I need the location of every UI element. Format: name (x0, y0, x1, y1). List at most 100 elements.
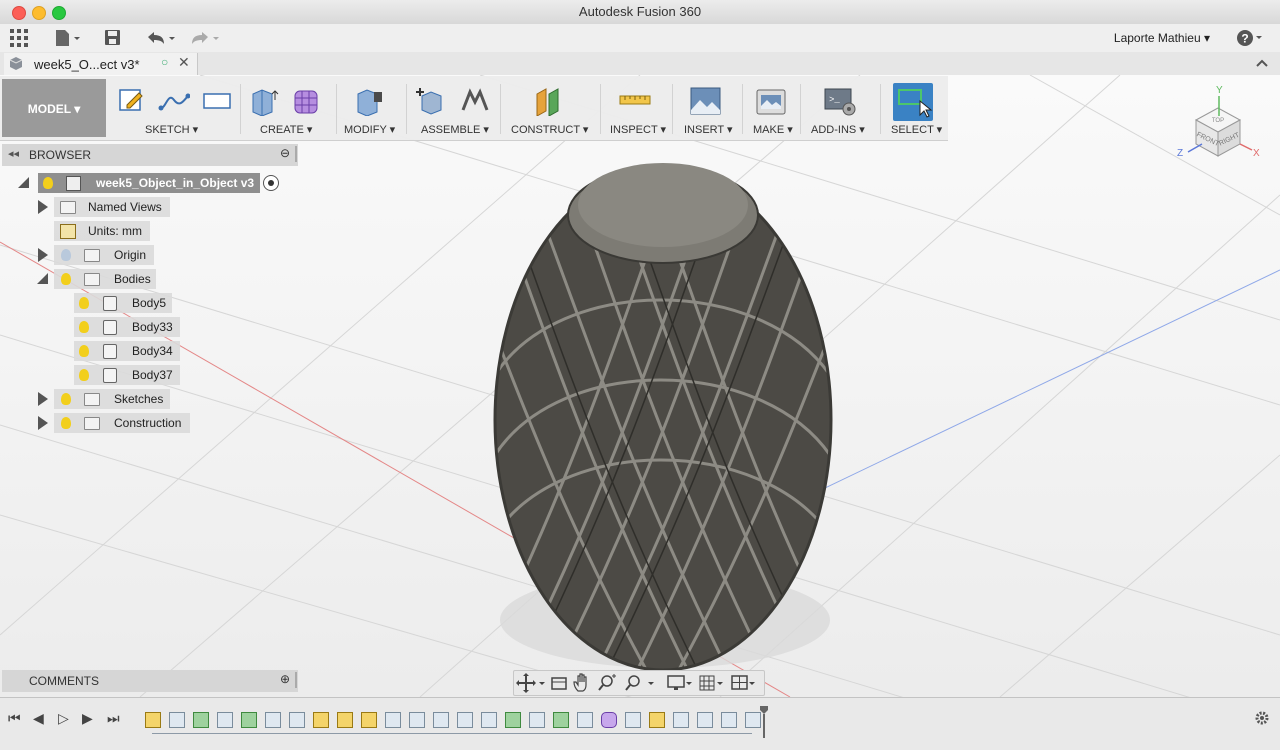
3d-print-icon[interactable] (756, 86, 786, 115)
workspace-switcher[interactable]: MODEL ▾ (2, 79, 106, 137)
collapse-toolbar-icon[interactable] (1254, 55, 1270, 71)
timeline-feature[interactable] (601, 712, 617, 728)
visibility-bulb-icon[interactable] (61, 249, 71, 261)
expanded-triangle-icon[interactable] (18, 177, 29, 188)
timeline-feature[interactable] (697, 712, 713, 728)
browser-header[interactable]: ◂◂ BROWSER ⊖ (2, 144, 298, 166)
panel-grip[interactable] (295, 146, 297, 162)
timeline-feature[interactable] (193, 712, 209, 728)
timeline-feature[interactable] (313, 712, 329, 728)
document-tab[interactable]: week5_O...ect v3* ○ ✕ (4, 53, 198, 75)
visibility-bulb-icon[interactable] (61, 393, 71, 405)
offset-plane-icon[interactable] (534, 86, 562, 117)
inspect-menu[interactable]: INSPECT ▾ (610, 123, 666, 136)
undo-icon[interactable] (144, 28, 178, 48)
timeline-feature[interactable] (625, 712, 641, 728)
play-icon[interactable]: ▷ (58, 710, 69, 727)
viewports-icon[interactable] (731, 675, 755, 690)
timeline-feature[interactable] (169, 712, 185, 728)
last-step-icon[interactable]: ⏭ (107, 710, 120, 727)
timeline-feature[interactable] (145, 712, 161, 728)
expanded-triangle-icon[interactable] (37, 273, 48, 284)
insert-image-icon[interactable] (690, 86, 722, 115)
timeline-feature[interactable] (217, 712, 233, 728)
visibility-bulb-icon[interactable] (79, 321, 89, 333)
minimize-panel-icon[interactable]: ⊖ (280, 146, 290, 160)
timeline-feature[interactable] (721, 712, 737, 728)
first-step-icon[interactable]: ⏮ (8, 710, 21, 727)
collapsed-triangle-icon[interactable] (38, 200, 48, 214)
spline-icon[interactable] (158, 86, 191, 114)
new-component-icon[interactable] (416, 86, 444, 115)
timeline-feature[interactable] (505, 712, 521, 728)
collapse-browser-icon[interactable]: ◂◂ (8, 147, 19, 160)
save-icon[interactable] (104, 28, 122, 48)
visibility-bulb-icon[interactable] (79, 369, 89, 381)
timeline-feature[interactable] (553, 712, 569, 728)
previous-step-icon[interactable]: ◀ (33, 710, 44, 727)
visibility-bulb-icon[interactable] (79, 297, 89, 309)
help-menu[interactable]: ? (1236, 28, 1262, 48)
timeline-feature[interactable] (649, 712, 665, 728)
app-grid-icon[interactable] (9, 28, 29, 48)
create-sketch-icon[interactable] (118, 86, 146, 114)
grid-settings-icon[interactable] (699, 675, 723, 691)
sketch-menu[interactable]: SKETCH ▾ (145, 123, 198, 136)
close-tab-icon[interactable]: ✕ (178, 54, 190, 71)
make-menu[interactable]: MAKE ▾ (753, 123, 793, 136)
next-step-icon[interactable]: ▶ (82, 710, 93, 727)
construct-menu[interactable]: CONSTRUCT ▾ (511, 123, 588, 136)
fit-icon[interactable] (625, 675, 654, 691)
select-menu[interactable]: SELECT ▾ (891, 123, 942, 136)
timeline-feature[interactable] (241, 712, 257, 728)
timeline-marker[interactable] (760, 706, 768, 738)
insert-menu[interactable]: INSERT ▾ (684, 123, 733, 136)
rectangle-icon[interactable] (202, 86, 231, 114)
press-pull-icon[interactable] (354, 86, 382, 117)
create-menu[interactable]: CREATE ▾ (260, 123, 312, 136)
look-at-icon[interactable] (551, 677, 567, 690)
timeline-feature[interactable] (409, 712, 425, 728)
timeline-feature[interactable] (577, 712, 593, 728)
measure-icon[interactable] (618, 86, 652, 114)
extrude-icon[interactable] (250, 86, 279, 117)
visibility-bulb-icon[interactable] (79, 345, 89, 357)
form-icon[interactable] (292, 86, 320, 114)
timeline-feature[interactable] (433, 712, 449, 728)
collapsed-triangle-icon[interactable] (38, 392, 48, 406)
timeline-feature[interactable] (673, 712, 689, 728)
timeline-feature[interactable] (481, 712, 497, 728)
collapsed-triangle-icon[interactable] (38, 248, 48, 262)
visibility-bulb-icon[interactable] (43, 177, 53, 189)
joint-icon[interactable] (460, 86, 489, 114)
timeline-feature[interactable] (289, 712, 305, 728)
timeline-feature[interactable] (529, 712, 545, 728)
file-menu-icon[interactable] (54, 28, 82, 48)
panel-grip[interactable] (295, 672, 297, 688)
pan-icon[interactable] (573, 673, 587, 692)
user-account-menu[interactable]: Laporte Mathieu ▾ (1114, 31, 1210, 45)
modify-menu[interactable]: MODIFY ▾ (344, 123, 395, 136)
assemble-menu[interactable]: ASSEMBLE ▾ (421, 123, 489, 136)
scripts-addins-icon[interactable]: >_ (824, 86, 856, 116)
timeline-feature[interactable] (385, 712, 401, 728)
timeline-settings-gear-icon[interactable] (1254, 710, 1270, 726)
orbit-icon[interactable] (516, 673, 545, 693)
select-tool-button[interactable] (893, 83, 933, 121)
addins-menu[interactable]: ADD-INS ▾ (811, 123, 865, 136)
timeline-feature[interactable] (745, 712, 761, 728)
collapsed-triangle-icon[interactable] (38, 416, 48, 430)
timeline-feature[interactable] (457, 712, 473, 728)
add-comment-icon[interactable]: ⊕ (280, 672, 290, 686)
display-settings-icon[interactable] (667, 675, 692, 690)
timeline-feature[interactable] (361, 712, 377, 728)
visibility-bulb-icon[interactable] (61, 273, 71, 285)
timeline-feature[interactable] (337, 712, 353, 728)
comments-panel-header[interactable]: COMMENTS ⊕ (2, 670, 298, 692)
visibility-bulb-icon[interactable] (61, 417, 71, 429)
timeline-feature[interactable] (265, 712, 281, 728)
redo-icon[interactable] (188, 28, 222, 48)
activate-component-icon[interactable] (263, 175, 279, 191)
canvas-viewport[interactable] (0, 75, 1280, 697)
zoom-icon[interactable] (598, 674, 616, 691)
